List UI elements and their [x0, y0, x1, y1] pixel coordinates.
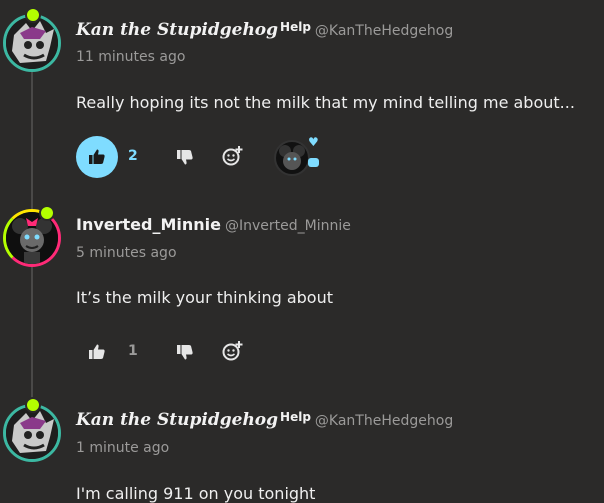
comment-text: Really hoping its not the milk that my m… — [76, 93, 575, 112]
status-badge-icon — [25, 7, 41, 23]
comment-header: Inverted_Minnie @Inverted_Minnie — [76, 215, 351, 234]
avatar[interactable] — [3, 205, 61, 267]
author-handle[interactable]: @Inverted_Minnie — [225, 218, 351, 234]
add-reaction-button[interactable] — [222, 145, 244, 171]
heart-icon: ♥ — [308, 135, 319, 149]
thumbs-up-icon — [89, 344, 105, 359]
thumbs-down-icon — [177, 150, 193, 165]
like-count: 2 — [128, 148, 138, 164]
author-handle[interactable]: @KanTheHedgehog — [315, 23, 453, 39]
comment-actions: 2 ♥ — [76, 135, 376, 178]
comment-text: I'm calling 911 on you tonight — [76, 484, 316, 503]
help-badge[interactable]: Help — [280, 410, 311, 424]
timestamp: 11 minutes ago — [76, 49, 186, 65]
status-badge-icon — [25, 397, 41, 413]
help-badge[interactable]: Help — [280, 20, 311, 34]
author-name[interactable]: Inverted_Minnie — [76, 215, 221, 234]
add-reaction-button[interactable] — [222, 340, 244, 366]
comment-header: Kan the Stupidgehog Help @KanTheHedgehog — [76, 20, 453, 40]
like-count: 1 — [128, 343, 138, 359]
thumbs-down-icon — [177, 345, 193, 360]
author-name[interactable]: Kan the Stupidgehog — [76, 410, 278, 430]
hedgehog-avatar-icon — [6, 17, 58, 69]
hedgehog-avatar-icon — [6, 407, 58, 459]
thumbs-up-icon — [89, 149, 105, 164]
dislike-button[interactable] — [176, 148, 194, 170]
author-handle[interactable]: @KanTheHedgehog — [315, 413, 453, 429]
avatar[interactable] — [3, 7, 61, 72]
author-name[interactable]: Kan the Stupidgehog — [76, 20, 278, 40]
timestamp: 5 minutes ago — [76, 245, 177, 261]
avatar[interactable] — [3, 397, 61, 462]
comment-text: It’s the milk your thinking about — [76, 288, 333, 307]
reaction-avatar[interactable] — [274, 140, 310, 176]
timestamp: 1 minute ago — [76, 440, 170, 456]
status-badge-icon — [39, 205, 55, 221]
comment-header: Kan the Stupidgehog Help @KanTheHedgehog — [76, 410, 453, 430]
comment-actions: 1 — [76, 331, 376, 373]
chat-bubble-icon — [308, 158, 319, 167]
dislike-button[interactable] — [176, 343, 194, 365]
add-reaction-icon — [222, 341, 243, 361]
add-reaction-icon — [222, 146, 243, 166]
like-button[interactable] — [76, 331, 118, 373]
like-button[interactable] — [76, 136, 118, 178]
mouse-avatar-icon — [279, 145, 305, 170]
